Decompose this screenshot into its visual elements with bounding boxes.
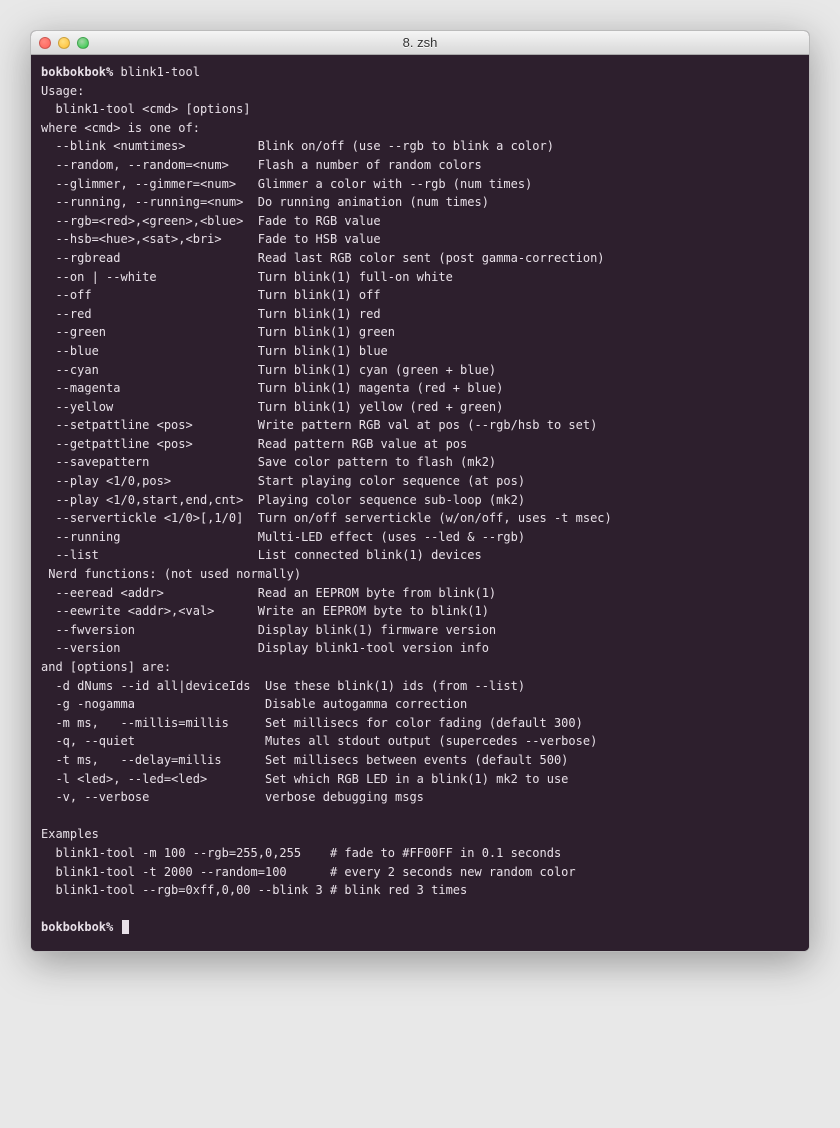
output-line: --off Turn blink(1) off — [41, 286, 799, 305]
output-line: --fwversion Display blink(1) firmware ve… — [41, 621, 799, 640]
window-titlebar: 8. zsh — [31, 31, 809, 55]
output-line: -d dNums --id all|deviceIds Use these bl… — [41, 677, 799, 696]
output-line: and [options] are: — [41, 658, 799, 677]
prompt-command: blink1-tool — [113, 65, 200, 79]
output-line: blink1-tool --rgb=0xff,0,00 --blink 3 # … — [41, 881, 799, 900]
terminal-body[interactable]: bokbokbok% blink1-toolUsage: blink1-tool… — [31, 55, 809, 951]
terminal-window: 8. zsh bokbokbok% blink1-toolUsage: blin… — [30, 30, 810, 952]
output-line: --running Multi-LED effect (uses --led &… — [41, 528, 799, 547]
output-line: --rgbread Read last RGB color sent (post… — [41, 249, 799, 268]
output-line: --cyan Turn blink(1) cyan (green + blue) — [41, 361, 799, 380]
output-line: --eewrite <addr>,<val> Write an EEPROM b… — [41, 602, 799, 621]
output-line: -l <led>, --led=<led> Set which RGB LED … — [41, 770, 799, 789]
output-line: Examples — [41, 825, 799, 844]
prompt-line: bokbokbok% — [41, 918, 799, 937]
output-line: --play <1/0,start,end,cnt> Playing color… — [41, 491, 799, 510]
output-line: --version Display blink1-tool version in… — [41, 639, 799, 658]
output-line: --on | --white Turn blink(1) full-on whi… — [41, 268, 799, 287]
output-line: -g -nogamma Disable autogamma correction — [41, 695, 799, 714]
output-line: --savepattern Save color pattern to flas… — [41, 453, 799, 472]
output-line: --green Turn blink(1) green — [41, 323, 799, 342]
output-line: --setpattline <pos> Write pattern RGB va… — [41, 416, 799, 435]
output-line: where <cmd> is one of: — [41, 119, 799, 138]
output-line: --rgb=<red>,<green>,<blue> Fade to RGB v… — [41, 212, 799, 231]
cursor-icon — [122, 920, 129, 934]
output-line: Nerd functions: (not used normally) — [41, 565, 799, 584]
output-line: --getpattline <pos> Read pattern RGB val… — [41, 435, 799, 454]
traffic-lights — [39, 37, 89, 49]
output-line: --red Turn blink(1) red — [41, 305, 799, 324]
output-line: blink1-tool -m 100 --rgb=255,0,255 # fad… — [41, 844, 799, 863]
output-line: -t ms, --delay=millis Set millisecs betw… — [41, 751, 799, 770]
output-line: blink1-tool -t 2000 --random=100 # every… — [41, 863, 799, 882]
output-line: --glimmer, --gimmer=<num> Glimmer a colo… — [41, 175, 799, 194]
output-line: --random, --random=<num> Flash a number … — [41, 156, 799, 175]
output-line: -v, --verbose verbose debugging msgs — [41, 788, 799, 807]
prompt-host: bokbokbok% — [41, 65, 113, 79]
minimize-icon[interactable] — [58, 37, 70, 49]
output-line: --blink <numtimes> Blink on/off (use --r… — [41, 137, 799, 156]
prompt-line: bokbokbok% blink1-tool — [41, 63, 799, 82]
output-line — [41, 807, 799, 826]
output-line: --running, --running=<num> Do running an… — [41, 193, 799, 212]
output-line: --list List connected blink(1) devices — [41, 546, 799, 565]
output-line: Usage: — [41, 82, 799, 101]
window-title: 8. zsh — [31, 35, 809, 50]
output-line: blink1-tool <cmd> [options] — [41, 100, 799, 119]
close-icon[interactable] — [39, 37, 51, 49]
zoom-icon[interactable] — [77, 37, 89, 49]
output-line: --hsb=<hue>,<sat>,<bri> Fade to HSB valu… — [41, 230, 799, 249]
output-line: --play <1/0,pos> Start playing color seq… — [41, 472, 799, 491]
output-line: --eeread <addr> Read an EEPROM byte from… — [41, 584, 799, 603]
output-line: --magenta Turn blink(1) magenta (red + b… — [41, 379, 799, 398]
output-line: -q, --quiet Mutes all stdout output (sup… — [41, 732, 799, 751]
output-line: -m ms, --millis=millis Set millisecs for… — [41, 714, 799, 733]
output-line: --yellow Turn blink(1) yellow (red + gre… — [41, 398, 799, 417]
output-line: --blue Turn blink(1) blue — [41, 342, 799, 361]
output-line: --servertickle <1/0>[,1/0] Turn on/off s… — [41, 509, 799, 528]
output-line — [41, 900, 799, 919]
prompt-host: bokbokbok% — [41, 920, 113, 934]
